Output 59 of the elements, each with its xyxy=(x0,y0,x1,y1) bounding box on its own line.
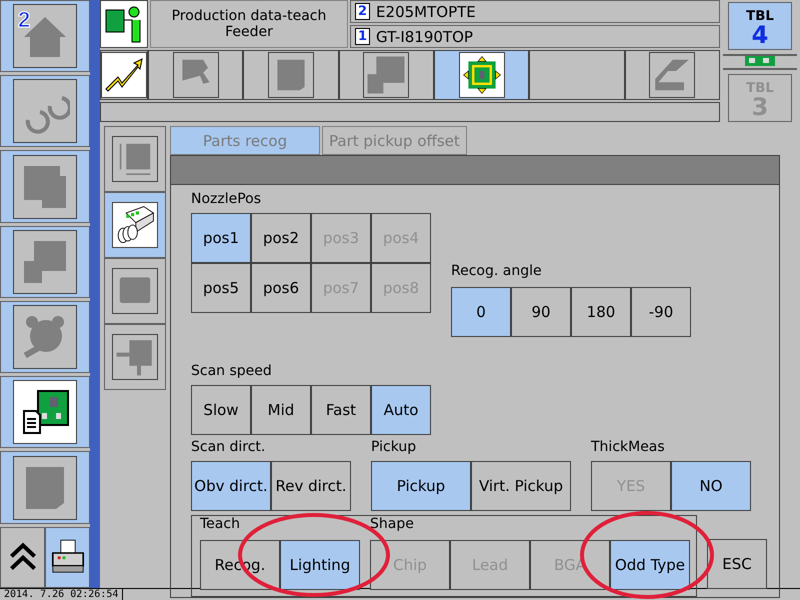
menu-button[interactable] xyxy=(0,451,90,524)
option-button[interactable]: Fast xyxy=(311,385,371,435)
section-label: ThickMeas xyxy=(591,439,666,457)
recipe-name: E205MTOPTE xyxy=(376,2,476,20)
section-label: Shape xyxy=(370,516,415,534)
screen-title: Feeder xyxy=(225,24,273,40)
section-label: Pickup xyxy=(371,439,418,457)
move-part-icon xyxy=(462,55,502,95)
menu-button[interactable] xyxy=(0,376,90,448)
option-button[interactable]: pos6 xyxy=(251,263,311,313)
section-label: Recog. angle xyxy=(451,263,543,281)
option-button[interactable]: Lighting xyxy=(280,540,360,590)
option-button[interactable]: Virt. Pickup xyxy=(471,461,571,511)
menu-button[interactable] xyxy=(0,226,90,298)
tool-button[interactable] xyxy=(624,50,720,100)
side-tab[interactable] xyxy=(104,192,166,258)
menu-button[interactable]: 2 xyxy=(0,0,90,72)
date-time: 2014. 7.26 02:26:54 xyxy=(0,589,124,600)
option-button[interactable]: Slow xyxy=(191,385,251,435)
section-label: Teach xyxy=(200,516,241,534)
page-number: 2 xyxy=(18,9,30,31)
circuit-board-icon xyxy=(745,56,775,66)
lane-number: 2 xyxy=(355,3,370,20)
option-button[interactable]: pos2 xyxy=(251,213,311,263)
option-button[interactable]: Mid xyxy=(251,385,311,435)
option-button[interactable]: Odd Type xyxy=(610,540,690,590)
menu-button[interactable] xyxy=(0,150,90,223)
screen-title: Production data-teach xyxy=(172,8,326,24)
option-button[interactable]: 90 xyxy=(511,287,571,337)
option-button[interactable]: 0 xyxy=(451,287,511,337)
option-button[interactable]: Obv dirct. xyxy=(191,461,271,511)
option-button[interactable]: pos1 xyxy=(191,213,251,263)
option-button[interactable]: Pickup xyxy=(371,461,471,511)
tool-button[interactable] xyxy=(529,50,625,100)
probe-icon xyxy=(115,337,155,377)
nozzle-head-icon xyxy=(115,205,155,245)
escape-button[interactable]: ESC xyxy=(707,539,767,589)
section-label: Scan speed xyxy=(191,363,273,381)
table-button[interactable]: TBL 4 xyxy=(728,2,792,50)
section-label: Scan dirct. xyxy=(191,439,266,457)
section-label: NozzlePos xyxy=(191,191,262,209)
tool-button[interactable] xyxy=(434,50,530,100)
option-button[interactable]: NO xyxy=(671,461,751,511)
option-button[interactable]: Auto xyxy=(371,385,431,435)
menu-button[interactable] xyxy=(0,300,90,374)
option-button[interactable]: pos5 xyxy=(191,263,251,313)
menu-button[interactable] xyxy=(0,75,90,148)
tool-button[interactable] xyxy=(148,50,244,100)
collapse-button[interactable] xyxy=(0,526,45,588)
teach-app-icon xyxy=(100,0,148,48)
tool-button[interactable] xyxy=(338,50,434,100)
graph-button[interactable] xyxy=(100,50,148,100)
option-button[interactable]: 180 xyxy=(571,287,631,337)
option-button[interactable]: -90 xyxy=(631,287,691,337)
recipe-name: GT-I8190TOP xyxy=(376,28,473,46)
print-button[interactable] xyxy=(45,526,90,588)
tool-button[interactable] xyxy=(243,50,339,100)
lane-number: 1 xyxy=(355,28,370,45)
option-button[interactable]: Rev dirct. xyxy=(271,461,351,511)
